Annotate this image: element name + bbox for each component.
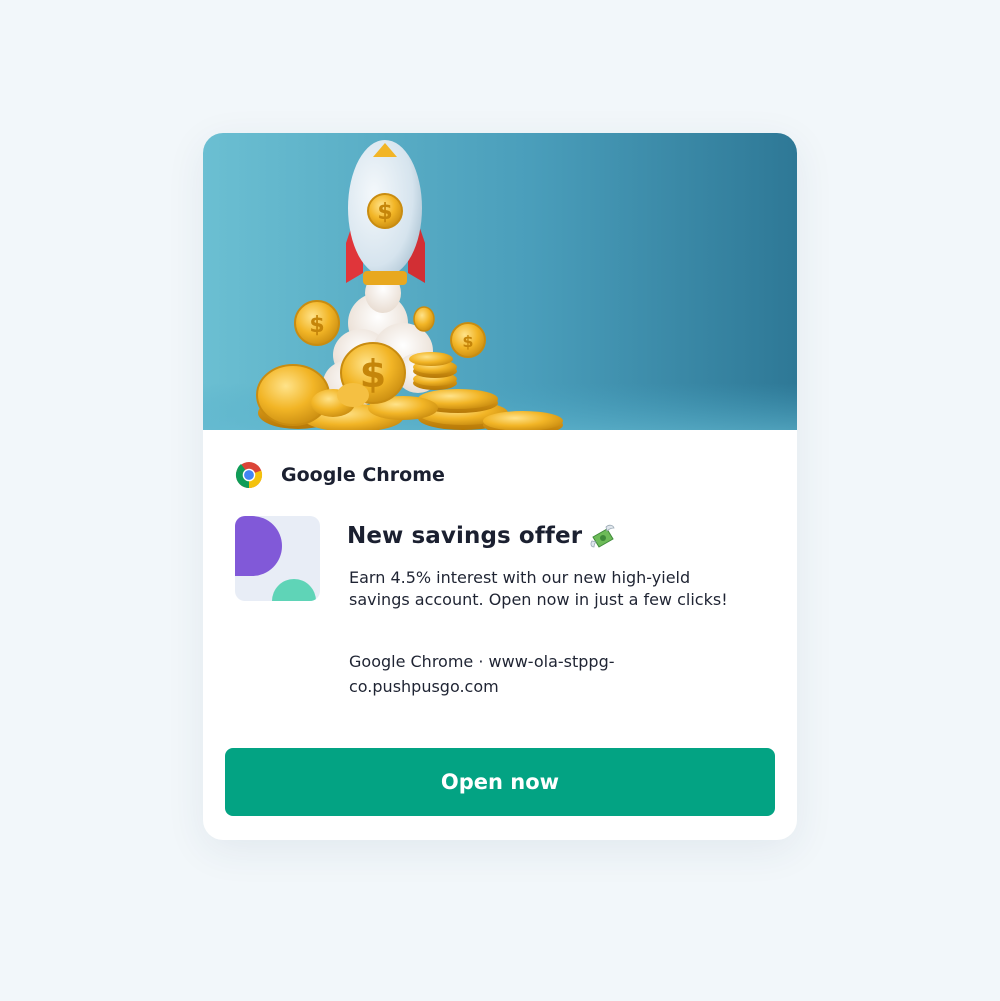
notification-title: New savings offer [347, 523, 583, 549]
svg-text:$: $ [462, 332, 473, 351]
svg-text:$: $ [309, 313, 324, 338]
open-now-button[interactable]: Open now [225, 748, 775, 816]
notification-title-row: New savings offer [347, 523, 616, 549]
source-name: Google Chrome [281, 464, 445, 486]
abstract-shapes-icon [235, 516, 316, 601]
notification-source: Google Chrome [235, 460, 445, 490]
hero-image: $ $ $ $ [203, 133, 797, 430]
notification-card[interactable]: $ $ $ $ Google Chrome New savings offer … [203, 133, 797, 840]
app-icon [235, 516, 320, 601]
money-with-wings-icon [590, 524, 615, 548]
notification-body: Earn 4.5% interest with our new high-yie… [349, 568, 728, 609]
chrome-logo-icon [235, 462, 263, 489]
svg-text:$: $ [377, 200, 392, 225]
notification-meta: Google Chrome · www-ola-stppg-co.pushpus… [349, 652, 615, 696]
